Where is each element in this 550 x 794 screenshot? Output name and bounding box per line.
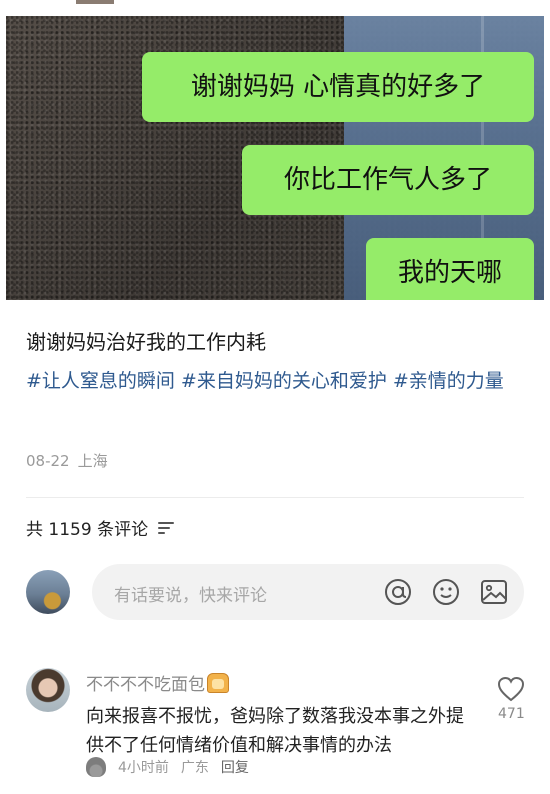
- poop-emoji-icon: [86, 757, 106, 777]
- comment-count: 共 1159 条评论: [26, 520, 149, 540]
- comment-time: 4小时前: [118, 760, 169, 776]
- post-location: 上海: [77, 452, 108, 470]
- comment-text: 向来报喜不报忧，爸妈除了数落我没本事之外提供不了任何情绪价值和解决事情的办法: [86, 706, 464, 756]
- comment-meta: 4小时前 广东 回复: [86, 757, 261, 777]
- at-icon[interactable]: [384, 578, 412, 606]
- sort-icon[interactable]: [158, 521, 175, 535]
- commenter-name[interactable]: 不不不不吃面包: [86, 670, 205, 695]
- commenter-avatar[interactable]: [26, 668, 70, 712]
- chat-bubble-2: 你比工作气人多了: [242, 145, 534, 215]
- post-meta: 08-22 上海: [26, 450, 116, 471]
- comment-input-placeholder: 有话要说，快来评论: [114, 586, 267, 606]
- tag-link[interactable]: #来自妈妈的关心和爱护: [181, 370, 387, 392]
- comment-location: 广东: [180, 760, 209, 776]
- reply-button[interactable]: 回复: [221, 757, 249, 777]
- chat-bubble-3: 我的天哪: [366, 238, 534, 300]
- post-title: 谢谢妈妈治好我的工作内耗: [26, 330, 266, 354]
- post-image[interactable]: 谢谢妈妈 心情真的好多了 你比工作气人多了 我的天哪: [6, 16, 544, 300]
- emoji-icon[interactable]: [432, 578, 460, 606]
- comments-header: 共 1159 条评论: [26, 515, 175, 540]
- post-tags: #让人窒息的瞬间 #来自妈妈的关心和爱护 #亲情的力量: [26, 366, 526, 396]
- image-icon[interactable]: [480, 578, 508, 606]
- tag-link[interactable]: #让人窒息的瞬间: [26, 370, 175, 392]
- like-count: 471: [498, 706, 525, 722]
- chat-bubble-1: 谢谢妈妈 心情真的好多了: [142, 52, 534, 122]
- comment-input[interactable]: 有话要说，快来评论: [92, 564, 524, 620]
- previous-image-edge: [76, 0, 114, 4]
- divider: [26, 497, 524, 498]
- heart-icon[interactable]: [497, 676, 525, 702]
- tag-link[interactable]: #亲情的力量: [393, 370, 504, 392]
- bread-emoji-icon: [207, 672, 229, 693]
- commenter-name-row: 不不不不吃面包: [86, 670, 229, 695]
- post-date: 08-22: [26, 452, 70, 470]
- current-user-avatar[interactable]: [26, 570, 70, 614]
